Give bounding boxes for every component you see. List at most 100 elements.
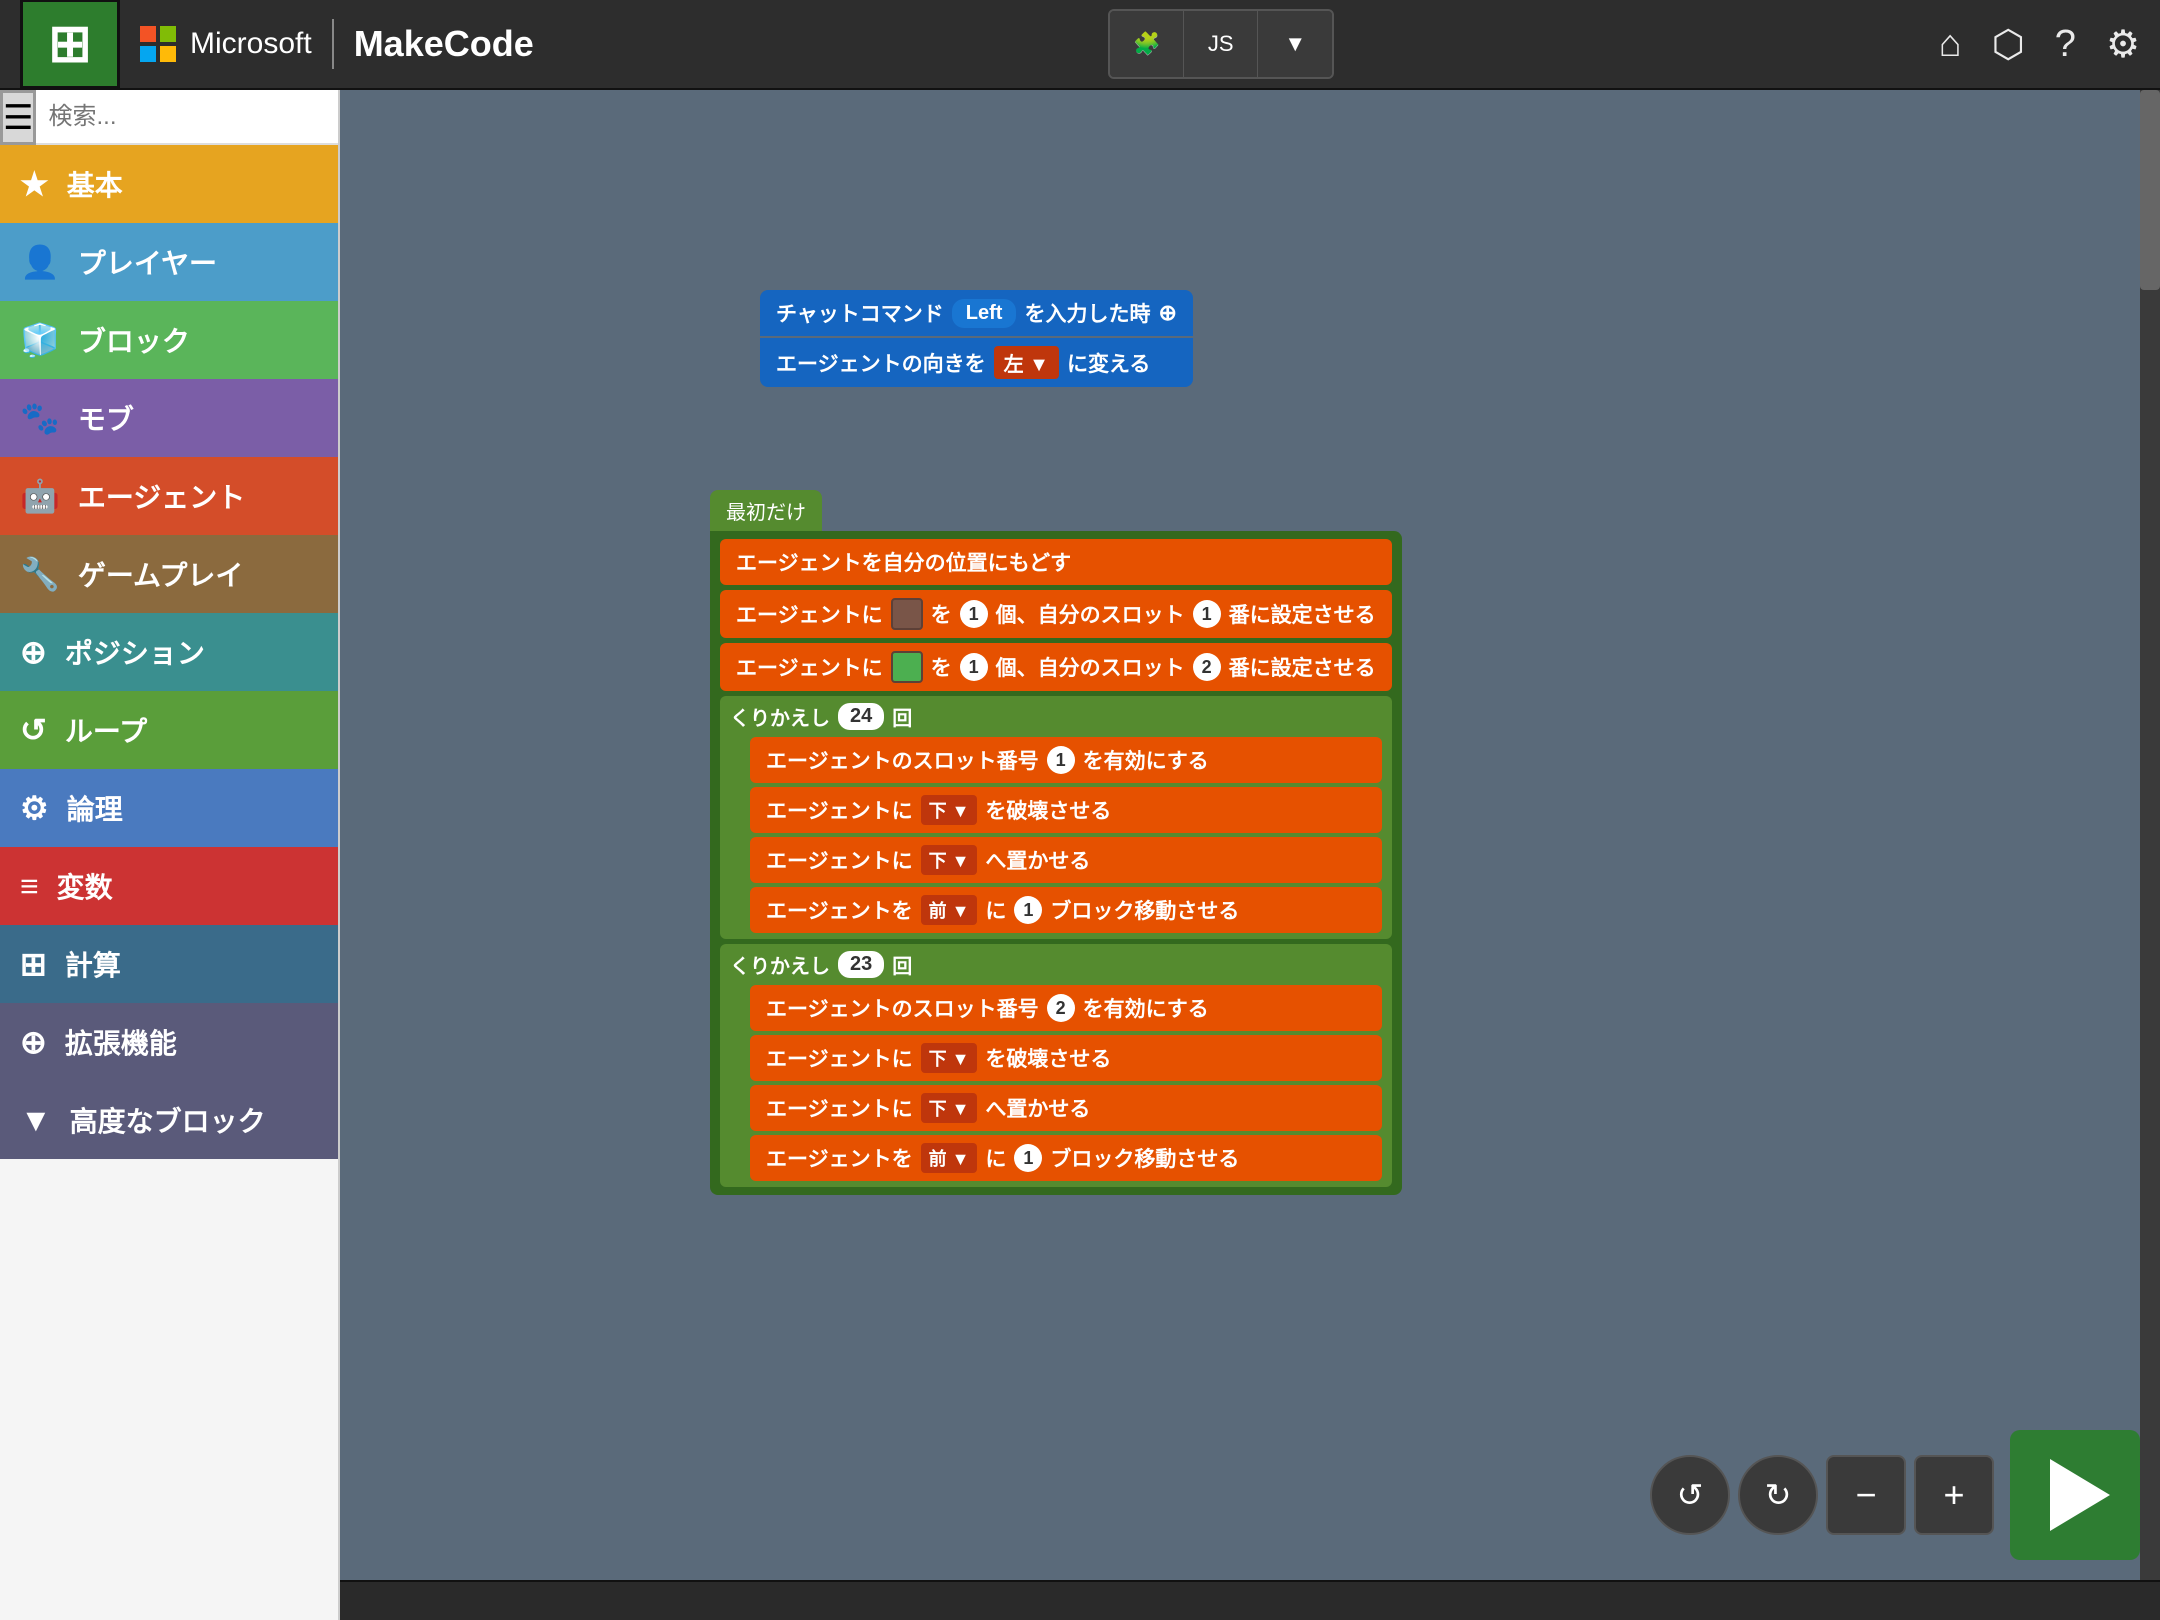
- loop-23-label: くりかえし: [730, 950, 830, 979]
- dir-down-2[interactable]: 下 ▼: [921, 1043, 978, 1073]
- sidebar-item-mob[interactable]: 🐾 モブ: [0, 379, 338, 457]
- sidebar-header: ☰ 🔍: [0, 90, 338, 145]
- item1-icon: [891, 598, 923, 630]
- ms-squares-icon: [140, 26, 176, 62]
- sidebar-item-loop[interactable]: ↺ ループ: [0, 691, 338, 769]
- return-to-player-block[interactable]: エージェントを自分の位置にもどす: [720, 539, 1392, 585]
- js-tab-button[interactable]: JS: [1184, 11, 1258, 77]
- sidebar-item-logic[interactable]: ⚙ 論理: [0, 769, 338, 847]
- bottom-status-bar: [340, 1580, 2160, 1620]
- loop-23-count[interactable]: 23: [838, 951, 884, 978]
- sidebar-item-variable[interactable]: ≡ 変数: [0, 847, 338, 925]
- header: ⊞ Microsoft MakeCode 🧩 JS ▼ ⌂ ⬡ ? ⚙: [0, 0, 2160, 90]
- destroy-down-1-block[interactable]: エージェントに 下 ▼ を破壊させる: [750, 787, 1382, 833]
- set-slot-1-block[interactable]: エージェントに を 1 個、自分のスロット 1 番に設定させる: [720, 590, 1392, 638]
- place-down-1-block[interactable]: エージェントに 下 ▼ へ置かせる: [750, 837, 1382, 883]
- activate-slot-1-block[interactable]: エージェントのスロット番号 1 を有効にする: [750, 737, 1382, 783]
- item2-icon: [891, 651, 923, 683]
- header-actions: ⌂ ⬡ ? ⚙: [1939, 22, 2140, 67]
- math-icon: ⊞: [20, 945, 47, 983]
- search-input[interactable]: [48, 103, 340, 131]
- advanced-label: 高度なブロック: [70, 1100, 266, 1140]
- on-start-body: エージェントを自分の位置にもどす エージェントに を 1 個、自分のスロット 1…: [710, 531, 1402, 1195]
- home-icon[interactable]: ⌂: [1939, 23, 1962, 66]
- basic-icon: ★: [20, 165, 49, 203]
- activate-slot-2-block[interactable]: エージェントのスロット番号 2 を有効にする: [750, 985, 1382, 1031]
- microsoft-brand: Microsoft: [140, 26, 312, 62]
- direction-select[interactable]: 左 ▼: [994, 346, 1059, 379]
- set-slot-2-block[interactable]: エージェントに を 1 個、自分のスロット 2 番に設定させる: [720, 643, 1392, 691]
- sidebar-item-extend[interactable]: ⊕ 拡張機能: [0, 1003, 338, 1081]
- sidebar-item-block[interactable]: 🧊 ブロック: [0, 301, 338, 379]
- move-forward-1-block[interactable]: エージェントを 前 ▼ に 1 ブロック移動させる: [750, 887, 1382, 933]
- canvas-area[interactable]: チャットコマンド Left を入力した時 ⊕ エージェントの向きを 左 ▼ に変…: [340, 90, 2160, 1620]
- run-icon: [2050, 1459, 2110, 1531]
- microsoft-label: Microsoft: [190, 27, 312, 61]
- search-bar: 🔍: [36, 90, 340, 145]
- position-icon: ⊕: [20, 633, 47, 671]
- mob-icon: 🐾: [20, 399, 60, 437]
- agent-icon: 🤖: [20, 477, 60, 515]
- share-icon[interactable]: ⬡: [1992, 22, 2025, 67]
- place-down-2-block[interactable]: エージェントに 下 ▼ へ置かせる: [750, 1085, 1382, 1131]
- scroll-thumb: [2140, 90, 2160, 290]
- basic-label: 基本: [67, 164, 123, 204]
- main-layout: ☰ 🔍 ★ 基本 👤 プレイヤー 🧊 ブロック 🐾 モブ 🤖: [0, 90, 2160, 1620]
- sidebar: ☰ 🔍 ★ 基本 👤 プレイヤー 🧊 ブロック 🐾 モブ 🤖: [0, 90, 340, 1620]
- loop-label: ループ: [65, 710, 147, 750]
- position-label: ポジション: [65, 632, 205, 672]
- chat-command-label: チャットコマンド: [776, 298, 944, 328]
- help-icon[interactable]: ?: [2055, 23, 2076, 66]
- dir-down-place-1[interactable]: 下 ▼: [921, 845, 978, 875]
- menu-toggle-button[interactable]: ☰: [0, 90, 36, 145]
- blocks-tab-button[interactable]: 🧩: [1110, 11, 1184, 77]
- redo-button[interactable]: ↻: [1738, 1455, 1818, 1535]
- run-button[interactable]: [2010, 1430, 2140, 1560]
- dir-forward-2[interactable]: 前 ▼: [921, 1143, 978, 1173]
- app-title: MakeCode: [354, 23, 534, 65]
- zoom-in-button[interactable]: +: [1914, 1455, 1994, 1535]
- makecode-logo-icon: ⊞: [48, 14, 92, 74]
- extend-icon: ⊕: [20, 1023, 47, 1061]
- chat-input-suffix: を入力した時: [1024, 298, 1150, 328]
- gameplay-label: ゲームプレイ: [78, 554, 243, 594]
- loop-23-container: くりかえし 23 回 エージェントのスロット番号 2 を有効にする エージェント…: [720, 944, 1392, 1187]
- dir-down-place-2[interactable]: 下 ▼: [921, 1093, 978, 1123]
- loop-24-suffix: 回: [892, 702, 912, 731]
- zoom-out-button[interactable]: −: [1826, 1455, 1906, 1535]
- loop-23-suffix: 回: [892, 950, 912, 979]
- dir-forward-1[interactable]: 前 ▼: [921, 895, 978, 925]
- chat-command-block[interactable]: チャットコマンド Left を入力した時 ⊕ エージェントの向きを 左 ▼ に変…: [760, 290, 1193, 387]
- gameplay-icon: 🔧: [20, 555, 60, 593]
- on-start-label: 最初だけ: [710, 490, 822, 531]
- mob-label: モブ: [78, 398, 134, 438]
- add-block-icon[interactable]: ⊕: [1158, 300, 1176, 326]
- chat-pill-left[interactable]: Left: [952, 299, 1017, 328]
- sidebar-item-math[interactable]: ⊞ 計算: [0, 925, 338, 1003]
- sidebar-item-agent[interactable]: 🤖 エージェント: [0, 457, 338, 535]
- variable-icon: ≡: [20, 868, 39, 905]
- sidebar-item-advanced[interactable]: ▼ 高度なブロック: [0, 1081, 338, 1159]
- sidebar-item-position[interactable]: ⊕ ポジション: [0, 613, 338, 691]
- extend-label: 拡張機能: [65, 1022, 177, 1062]
- variable-label: 変数: [57, 866, 113, 906]
- dropdown-tab-button[interactable]: ▼: [1258, 11, 1332, 77]
- advanced-icon: ▼: [20, 1102, 52, 1139]
- math-label: 計算: [65, 944, 121, 984]
- destroy-down-2-block[interactable]: エージェントに 下 ▼ を破壊させる: [750, 1035, 1382, 1081]
- dir-down-1[interactable]: 下 ▼: [921, 795, 978, 825]
- undo-button[interactable]: ↺: [1650, 1455, 1730, 1535]
- logo-box[interactable]: ⊞: [20, 0, 120, 89]
- agent-label: エージェント: [78, 476, 245, 516]
- sidebar-item-gameplay[interactable]: 🔧 ゲームプレイ: [0, 535, 338, 613]
- loop-24-count[interactable]: 24: [838, 703, 884, 730]
- logic-label: 論理: [67, 788, 123, 828]
- sidebar-item-player[interactable]: 👤 プレイヤー: [0, 223, 338, 301]
- canvas-scrollbar[interactable]: [2140, 90, 2160, 1580]
- move-forward-2-block[interactable]: エージェントを 前 ▼ に 1 ブロック移動させる: [750, 1135, 1382, 1181]
- settings-icon[interactable]: ⚙: [2106, 22, 2140, 67]
- sidebar-item-basic[interactable]: ★ 基本: [0, 145, 338, 223]
- logic-icon: ⚙: [20, 789, 49, 827]
- loop-24-container: くりかえし 24 回 エージェントのスロット番号 1 を有効にする エージェント…: [720, 696, 1392, 939]
- loop-icon: ↺: [20, 711, 47, 749]
